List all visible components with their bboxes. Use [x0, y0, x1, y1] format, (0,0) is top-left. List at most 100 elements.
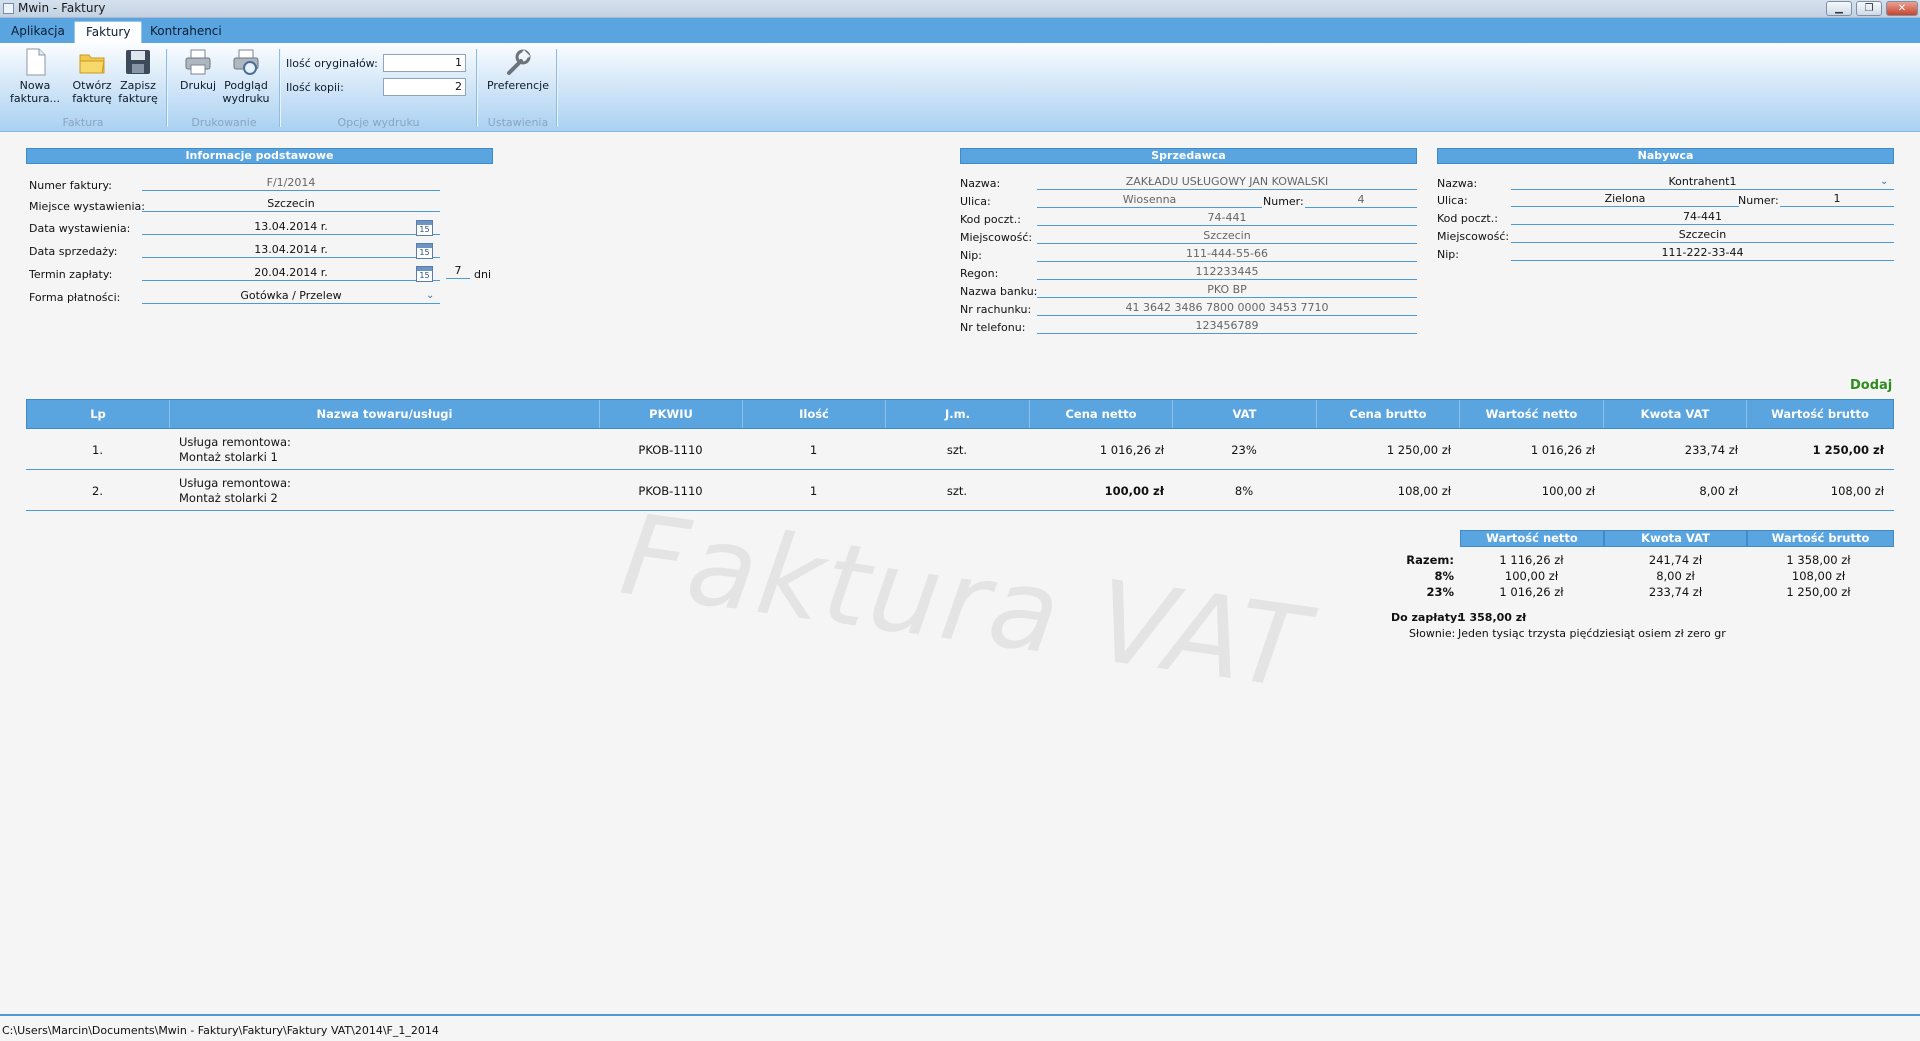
summary-net: 100,00 zł — [1504, 569, 1559, 583]
group-label-faktura: Faktura — [62, 116, 104, 129]
ribbon-tabs: Aplikacja Faktury Kontrahenci — [0, 18, 1920, 43]
close-button[interactable]: ✕ — [1886, 1, 1918, 16]
minimize-button[interactable]: ▁ — [1826, 1, 1852, 16]
buyer-city-field[interactable]: Szczecin — [1511, 227, 1894, 243]
seller-number-field[interactable]: 4 — [1305, 192, 1417, 208]
tab-faktury[interactable]: Faktury — [74, 21, 143, 43]
file-path: C:\Users\Marcin\Documents\Mwin - Faktury… — [2, 1024, 439, 1037]
column-header: Lp — [27, 400, 170, 428]
table-row[interactable]: 1. Usługa remontowa: Montaż stolarki 1 P… — [26, 430, 1894, 470]
column-header: Kwota VAT — [1604, 400, 1747, 428]
buyer-number-field[interactable]: 1 — [1780, 191, 1894, 207]
summary-net: 1 016,26 zł — [1499, 585, 1564, 599]
print-label: Drukuj — [179, 79, 217, 92]
column-header: Nazwa towaru/usługi — [170, 400, 600, 428]
due-days-field[interactable]: 7 — [446, 263, 470, 279]
seller-regon-field[interactable]: 112233445 — [1037, 264, 1417, 280]
due-date-field[interactable]: 20.04.2014 r. — [142, 265, 440, 281]
seller-regon-label: Regon: — [960, 267, 999, 280]
calendar-icon[interactable]: 15 — [416, 220, 433, 236]
open-invoice-label-1: Otwórz — [72, 79, 112, 92]
ribbon-separator — [279, 49, 280, 127]
chevron-down-icon[interactable]: ⌄ — [426, 291, 436, 301]
group-label-ustawienia: Ustawienia — [487, 116, 549, 129]
seller-header: Sprzedawca — [960, 148, 1417, 164]
seller-phone-label: Nr telefonu: — [960, 321, 1026, 334]
seller-bank-field[interactable]: PKO BP — [1037, 282, 1417, 298]
group-label-opcje-wydruku: Opcje wydruku — [337, 116, 420, 129]
row-vat-amount: 233,74 zł — [1684, 443, 1738, 457]
column-header: Wartość netto — [1460, 400, 1604, 428]
calendar-icon[interactable]: 15 — [416, 266, 433, 282]
buyer-name-select[interactable]: Kontrahent1 — [1511, 174, 1894, 190]
seller-account-field[interactable]: 41 3642 3486 7800 0000 3453 7710 — [1037, 300, 1417, 316]
print-preview-label-1: Podgląd — [224, 79, 268, 92]
buyer-nip-field[interactable]: 111-222-33-44 — [1511, 245, 1894, 261]
summary-vat: 233,74 zł — [1648, 585, 1703, 599]
originals-label: Ilość oryginałów: — [286, 57, 378, 70]
payment-method-label: Forma płatności: — [29, 291, 121, 304]
tab-kontrahenci[interactable]: Kontrahenci — [139, 21, 233, 43]
chevron-down-icon[interactable]: ⌄ — [1880, 177, 1890, 187]
sale-date-field[interactable]: 13.04.2014 r. — [142, 242, 440, 258]
summary-label-total: Razem: — [1406, 553, 1454, 567]
seller-phone-field[interactable]: 123456789 — [1037, 318, 1417, 334]
seller-postal-field[interactable]: 74-441 — [1037, 210, 1417, 226]
summary-label-23: 23% — [1426, 585, 1454, 599]
tab-aplikacja[interactable]: Aplikacja — [0, 21, 76, 43]
days-unit-label: dni — [474, 268, 492, 281]
issue-place-field[interactable]: Szczecin — [142, 196, 440, 212]
buyer-postal-field[interactable]: 74-441 — [1511, 209, 1894, 225]
print-preview-label-2: wydruku — [222, 92, 270, 105]
seller-name-label: Nazwa: — [960, 177, 1001, 190]
row-name: Usługa remontowa: Montaż stolarki 1 — [169, 430, 599, 470]
issue-date-field[interactable]: 13.04.2014 r. — [142, 219, 440, 235]
seller-number-label: Numer: — [1263, 195, 1304, 208]
seller-street-label: Ulica: — [960, 195, 991, 208]
add-item-link[interactable]: Dodaj — [1850, 378, 1892, 393]
column-header: J.m. — [886, 400, 1030, 428]
originals-input[interactable]: 1 — [383, 54, 466, 72]
row-unit: szt. — [946, 484, 968, 498]
seller-nip-label: Nip: — [960, 249, 982, 262]
row-vat: 23% — [1231, 443, 1257, 457]
table-row[interactable]: 2. Usługa remontowa: Montaż stolarki 2 P… — [26, 471, 1894, 511]
column-header: Cena brutto — [1317, 400, 1460, 428]
preferences-label: Preferencje — [486, 79, 550, 92]
in-words-value: Jeden tysiąc trzysta pięćdziesiąt osiem … — [1458, 627, 1726, 640]
print-preview-button[interactable]: Podgląd wydruku — [219, 47, 273, 105]
seller-nip-field[interactable]: 111-444-55-66 — [1037, 246, 1417, 262]
maximize-button[interactable]: ❐ — [1856, 1, 1882, 16]
buyer-street-label: Ulica: — [1437, 194, 1468, 207]
calendar-icon[interactable]: 15 — [416, 243, 433, 259]
print-button[interactable]: Drukuj — [176, 47, 220, 92]
row-qty: 1 — [809, 484, 818, 498]
watermark: Faktura VAT — [613, 490, 1317, 715]
row-net-value: 100,00 zł — [1541, 484, 1595, 498]
row-net-price: 1 016,26 zł — [1099, 443, 1164, 457]
row-lp: 2. — [92, 484, 103, 498]
open-invoice-button[interactable]: Otwórz fakturę — [68, 47, 116, 105]
buyer-street-field[interactable]: Zielona — [1511, 191, 1739, 207]
copies-label: Ilość kopii: — [286, 81, 344, 94]
summary-label-8: 8% — [1434, 569, 1454, 583]
buyer-city-label: Miejscowość: — [1437, 230, 1510, 243]
to-pay-label: Do zapłaty: — [1391, 611, 1462, 624]
seller-name-field[interactable]: ZAKŁADU USŁUGOWY JAN KOWALSKI — [1037, 174, 1417, 190]
wrench-icon — [503, 47, 533, 77]
seller-bank-label: Nazwa banku: — [960, 285, 1038, 298]
payment-method-select[interactable]: Gotówka / Przelew — [142, 288, 440, 304]
row-pkwiu: PKOB-1110 — [638, 443, 703, 457]
items-table-header: Lp Nazwa towaru/usługi PKWIU Ilość J.m. … — [26, 399, 1894, 429]
seller-street-field[interactable]: Wiosenna — [1037, 192, 1262, 208]
new-invoice-button[interactable]: Nowa faktura... — [6, 47, 64, 105]
seller-city-field[interactable]: Szczecin — [1037, 228, 1417, 244]
preferences-button[interactable]: Preferencje — [484, 47, 552, 92]
copies-input[interactable]: 2 — [383, 78, 466, 96]
save-invoice-button[interactable]: Zapisz fakturę — [115, 47, 161, 105]
row-gross-price: 108,00 zł — [1397, 484, 1451, 498]
invoice-number-field[interactable]: F/1/2014 — [142, 175, 440, 191]
column-header: VAT — [1173, 400, 1317, 428]
app-icon — [3, 3, 14, 14]
row-net-price: 100,00 zł — [1104, 484, 1164, 498]
